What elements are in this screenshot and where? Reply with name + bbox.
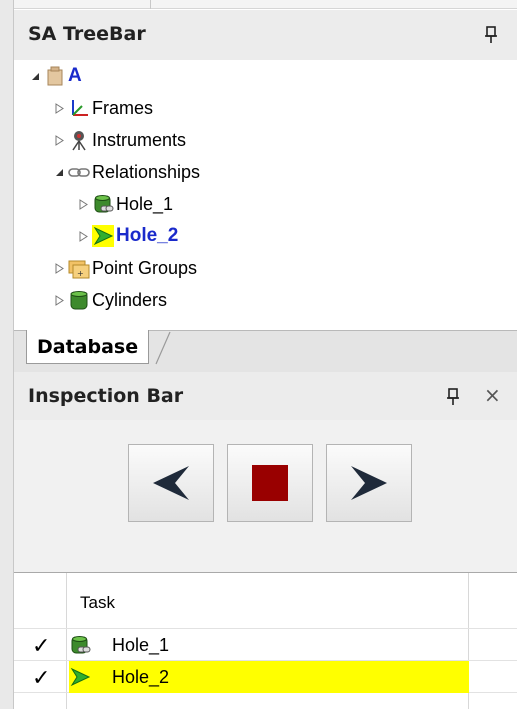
checkmark-icon[interactable]: ✓ (32, 633, 50, 659)
collapsed-arrow-icon[interactable] (76, 229, 90, 243)
top-strip (14, 0, 517, 9)
tree-view: A Frames Instruments Relationships Hole_… (14, 60, 517, 328)
left-arrow-icon (153, 466, 189, 500)
task-row-hole-2[interactable]: ✓ Hole_2 (14, 661, 517, 693)
column-header-task[interactable]: Task (80, 593, 115, 613)
tree-item-hole-1[interactable]: Hole_1 (76, 188, 173, 220)
tree-item-label: Hole_1 (116, 193, 174, 214)
box-icon (47, 66, 63, 86)
instrument-icon (72, 131, 86, 151)
collapsed-arrow-icon[interactable] (52, 101, 66, 115)
treebar-title: SA TreeBar (28, 23, 146, 45)
green-arrow-icon (70, 667, 91, 687)
collapsed-arrow-icon[interactable] (52, 261, 66, 275)
green-arrow-icon (92, 225, 114, 247)
chain-link-icon (68, 168, 90, 177)
left-gutter (0, 0, 14, 709)
tree-item-point-groups[interactable]: + Point Groups (52, 252, 197, 284)
task-grid: Task ✓ Hole_1 ✓ Hole_2 (14, 572, 517, 709)
cylinder-icon (70, 291, 88, 310)
close-icon[interactable]: × (484, 383, 501, 407)
tree-item-frames[interactable]: Frames (52, 92, 153, 124)
frames-icon (72, 100, 88, 116)
tab-edge (155, 331, 171, 365)
treebar-header: SA TreeBar (14, 10, 517, 60)
next-button[interactable] (326, 444, 412, 522)
svg-text:+: + (77, 269, 84, 278)
right-arrow-icon (351, 466, 387, 500)
tree-item-label: Point Groups (92, 257, 198, 278)
expanded-arrow-icon[interactable] (28, 69, 42, 83)
checkmark-icon[interactable]: ✓ (32, 665, 50, 691)
inspection-controls (14, 420, 517, 572)
tree-item-instruments[interactable]: Instruments (52, 124, 186, 156)
collapsed-arrow-icon[interactable] (52, 133, 66, 147)
tab-database[interactable]: Database (26, 330, 150, 364)
tree-item-relationships[interactable]: Relationships (52, 156, 200, 188)
collapsed-arrow-icon[interactable] (52, 293, 66, 307)
treebar-tab-strip: Database (14, 330, 517, 372)
tree-item-label: Relationships (92, 161, 201, 182)
inspection-header: Inspection Bar × (14, 372, 517, 420)
task-row-hole-1[interactable]: ✓ Hole_1 (14, 629, 517, 661)
tree-root-label: A (68, 65, 82, 86)
tree-item-cylinders[interactable]: Cylinders (52, 284, 167, 316)
stop-button[interactable] (227, 444, 313, 522)
collapsed-arrow-icon[interactable] (76, 197, 90, 211)
tree-node-root[interactable]: A (28, 60, 82, 92)
pin-icon[interactable] (484, 26, 498, 44)
task-label: Hole_2 (112, 667, 170, 687)
tree-item-label: Frames (92, 97, 154, 118)
folder-points-icon: + (68, 260, 90, 279)
task-label: Hole_1 (112, 635, 170, 655)
cylinder-link-icon (94, 195, 114, 213)
tree-item-label: Cylinders (92, 289, 168, 310)
expanded-arrow-icon[interactable] (52, 165, 66, 179)
stop-square-icon (252, 465, 288, 501)
cylinder-link-icon (71, 636, 91, 654)
tree-item-label-selected: Hole_2 (116, 225, 179, 246)
previous-button[interactable] (128, 444, 214, 522)
inspection-title: Inspection Bar (28, 385, 184, 407)
pin-icon[interactable] (446, 388, 460, 406)
tree-item-label: Instruments (92, 129, 187, 150)
tree-item-hole-2[interactable]: Hole_2 (76, 220, 178, 252)
